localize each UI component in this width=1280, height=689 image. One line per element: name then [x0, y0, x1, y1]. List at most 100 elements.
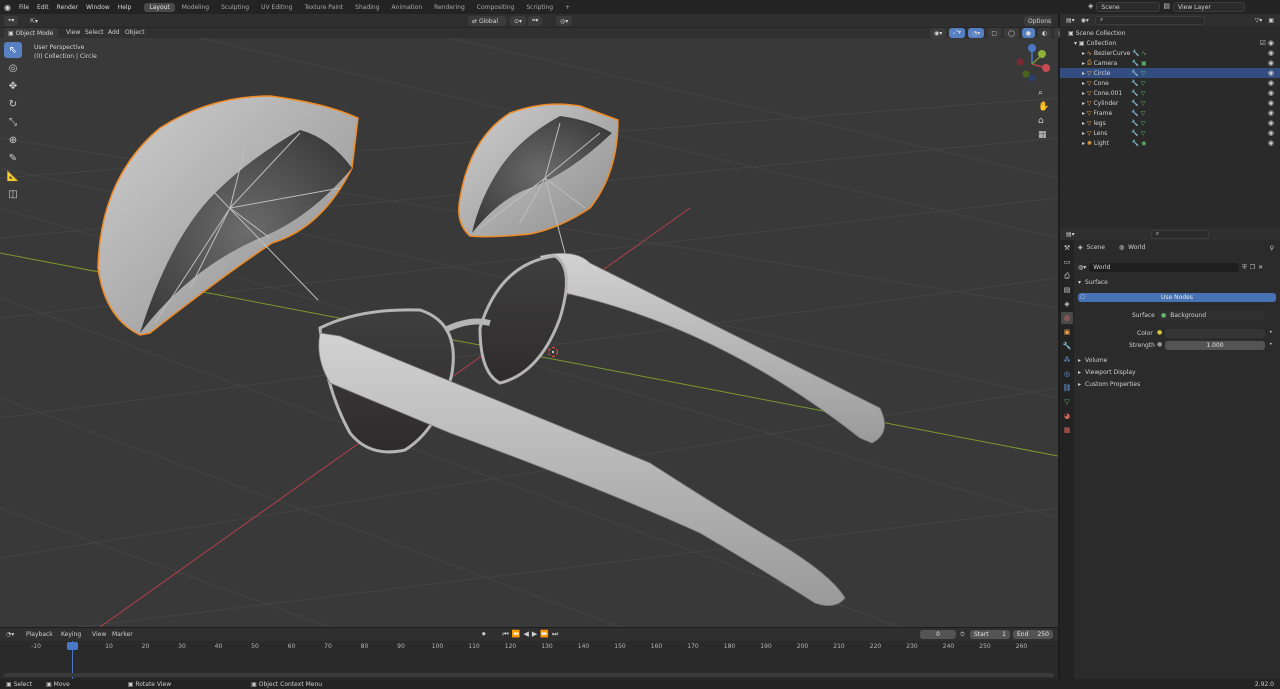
outliner-item-cylinder[interactable]: ▸ ▽ Cylinder 🔧 ▽ ◉ [1060, 98, 1280, 108]
viewport-menu-object[interactable]: Object [125, 29, 145, 36]
outliner-item-lens[interactable]: ▸ ▽ Lens 🔧 ▽ ◉ [1060, 128, 1280, 138]
navigation-gizmo[interactable] [1016, 44, 1051, 82]
start-frame-field[interactable]: Start 1 [970, 630, 1010, 639]
modifier-icon[interactable]: 🔧 [1129, 90, 1138, 97]
strength-menu-icon[interactable]: • [1269, 341, 1273, 348]
display-mode-icon[interactable]: ◉▾ [1081, 17, 1089, 24]
object-mode-dropdown[interactable]: ▣ Object Mode [4, 28, 58, 38]
tab-uv-editing[interactable]: UV Editing [256, 3, 297, 12]
new-collection-icon[interactable]: ▣ [1268, 17, 1274, 24]
tab-sculpting[interactable]: Sculpting [216, 3, 254, 12]
timeline-area[interactable]: -100102030405060708090100110120130140150… [0, 641, 1058, 679]
3d-viewport[interactable]: User Perspective (0) Collection | Circle… [0, 38, 1058, 627]
timeline-editor-icon[interactable]: ◔▾ [6, 631, 14, 638]
modifier-icon[interactable]: 🔧 [1130, 60, 1139, 67]
zoom-icon[interactable]: ⌕ [1038, 88, 1049, 98]
add-workspace-button[interactable]: + [560, 3, 575, 12]
properties-search-input[interactable]: ⌕ [1150, 229, 1209, 239]
unlink-icon[interactable]: ✕ [1258, 264, 1263, 271]
pivot-point-icon[interactable]: ⊙▾ [510, 16, 527, 26]
outliner-item-beziercurve[interactable]: ▸ ∿ BezierCurve 🔧 ∿ ◉ [1060, 48, 1280, 58]
properties-editor-icon[interactable]: ▤▾ [1066, 231, 1075, 238]
gizmo-icon[interactable]: ⤢▾ [949, 28, 966, 38]
modifier-icon[interactable]: 🔧 [1129, 70, 1138, 77]
texture-tab-icon[interactable]: ▦ [1061, 424, 1073, 436]
scene-tab-icon[interactable]: ◈ [1061, 298, 1073, 310]
blender-logo-icon[interactable]: ◉ [0, 3, 15, 12]
duplicate-icon[interactable]: ❐ [1250, 264, 1255, 271]
eye-icon[interactable]: ◉ [1268, 129, 1274, 137]
material-tab-icon[interactable]: ◕ [1061, 410, 1073, 422]
timeline-menu-view[interactable]: View [92, 631, 106, 638]
mesh-data-icon[interactable]: ▽ [1139, 120, 1146, 127]
mesh-data-icon[interactable]: ◉ [1139, 140, 1146, 147]
viewport-menu-view[interactable]: View [66, 29, 80, 36]
eye-icon[interactable]: ◉ [1268, 69, 1274, 77]
render-tab-icon[interactable]: ▭ [1061, 256, 1073, 268]
data-tab-icon[interactable]: ▽ [1061, 396, 1073, 408]
surface-shader-field[interactable]: ● Background [1157, 311, 1265, 320]
transform-icon[interactable]: ⊕ [4, 132, 22, 148]
timeline-scrollbar[interactable] [4, 673, 1054, 677]
proportional-edit-icon[interactable]: ◎▾ [556, 16, 573, 26]
eye-icon[interactable]: ◉ [1268, 79, 1274, 87]
transform-orientation-dropdown[interactable]: ⇄ Global [468, 16, 506, 26]
outliner-collection[interactable]: ▾ ▣ Collection ☑ ◉ [1060, 38, 1280, 48]
timeline-menu-playback[interactable]: Playback [26, 631, 53, 638]
eye-icon[interactable]: ◉ [1268, 39, 1274, 47]
tab-shading[interactable]: Shading [350, 3, 384, 12]
mesh-data-icon[interactable]: ▽ [1139, 80, 1146, 87]
pin-icon[interactable]: ⚲ [1270, 245, 1274, 252]
view-layer-tab-icon[interactable]: ▤ [1061, 284, 1073, 296]
surface-panel-header[interactable]: ▾ Surface [1078, 279, 1108, 286]
output-tab-icon[interactable]: ⎙ [1061, 270, 1073, 282]
tool-tab-icon[interactable]: ⚒ [1061, 242, 1073, 254]
record-icon[interactable]: ⏺ [482, 630, 486, 639]
jump-start-icon[interactable]: ⏮ [503, 630, 509, 639]
physics-tab-icon[interactable]: ◎ [1061, 368, 1073, 380]
custom-properties-panel-header[interactable]: ▸ Custom Properties [1078, 381, 1140, 388]
material-shading-icon[interactable]: ◐ [1037, 28, 1052, 38]
constraints-tab-icon[interactable]: ⛓ [1061, 382, 1073, 394]
world-name-field[interactable]: World [1089, 263, 1240, 272]
modifier-icon[interactable]: 🔧 [1129, 130, 1138, 137]
view-layer-icon[interactable]: ▤ [1163, 2, 1170, 12]
outliner-item-circle[interactable]: ▸ ▽ Circle 🔧 ▽ ◉ [1060, 68, 1280, 78]
menu-render[interactable]: Render [53, 4, 82, 11]
filter-icon[interactable]: ▽▾ [1255, 17, 1263, 24]
tab-rendering[interactable]: Rendering [429, 3, 470, 12]
viewport-scene[interactable] [0, 38, 1058, 627]
outliner-item-cone-001[interactable]: ▸ ▽ Cone.001 🔧 ▽ ◉ [1060, 88, 1280, 98]
transform-tool-icon[interactable]: ⇱▾ [26, 16, 42, 26]
outliner-scene-collection[interactable]: ▣ Scene Collection [1060, 28, 1280, 38]
3d-cursor-icon[interactable] [547, 346, 559, 358]
end-frame-field[interactable]: End 250 [1013, 630, 1053, 639]
menu-file[interactable]: File [15, 4, 33, 11]
modifier-tab-icon[interactable]: 🔧 [1061, 340, 1073, 352]
mesh-data-icon[interactable]: ▣ [1139, 60, 1147, 67]
modifier-icon[interactable]: 🔧 [1130, 50, 1139, 57]
playhead-handle[interactable] [67, 642, 78, 650]
use-nodes-button[interactable]: Use Nodes [1078, 293, 1276, 302]
modifier-icon[interactable]: 🔧 [1130, 140, 1139, 147]
outliner-search-input[interactable]: ⌕ [1094, 15, 1205, 25]
umbrella-right[interactable] [458, 103, 619, 254]
outliner-item-frame[interactable]: ▸ ▽ Frame 🔧 ▽ ◉ [1060, 108, 1280, 118]
color-menu-icon[interactable]: • [1269, 329, 1273, 336]
scene-selector[interactable]: Scene [1096, 2, 1161, 12]
volume-panel-header[interactable]: ▸ Volume [1078, 357, 1107, 364]
outliner-editor-icon[interactable]: ▤▾ [1066, 17, 1075, 24]
color-swatch[interactable] [1165, 329, 1265, 338]
object-tab-icon[interactable]: ▣ [1061, 326, 1073, 338]
viewport-menu-add[interactable]: Add [108, 29, 120, 36]
menu-help[interactable]: Help [114, 4, 136, 11]
scale-icon[interactable]: ⤡ [4, 114, 22, 130]
snap-icon[interactable]: ⌗▾ [528, 16, 543, 26]
tab-modeling[interactable]: Modeling [177, 3, 214, 12]
tab-compositing[interactable]: Compositing [472, 3, 520, 12]
viewport-menu-select[interactable]: Select [85, 29, 104, 36]
menu-window[interactable]: Window [82, 4, 114, 11]
options-button[interactable]: Options [1024, 16, 1052, 26]
particles-tab-icon[interactable]: ⁂ [1061, 354, 1073, 366]
prev-key-icon[interactable]: ⏪ [512, 630, 521, 639]
